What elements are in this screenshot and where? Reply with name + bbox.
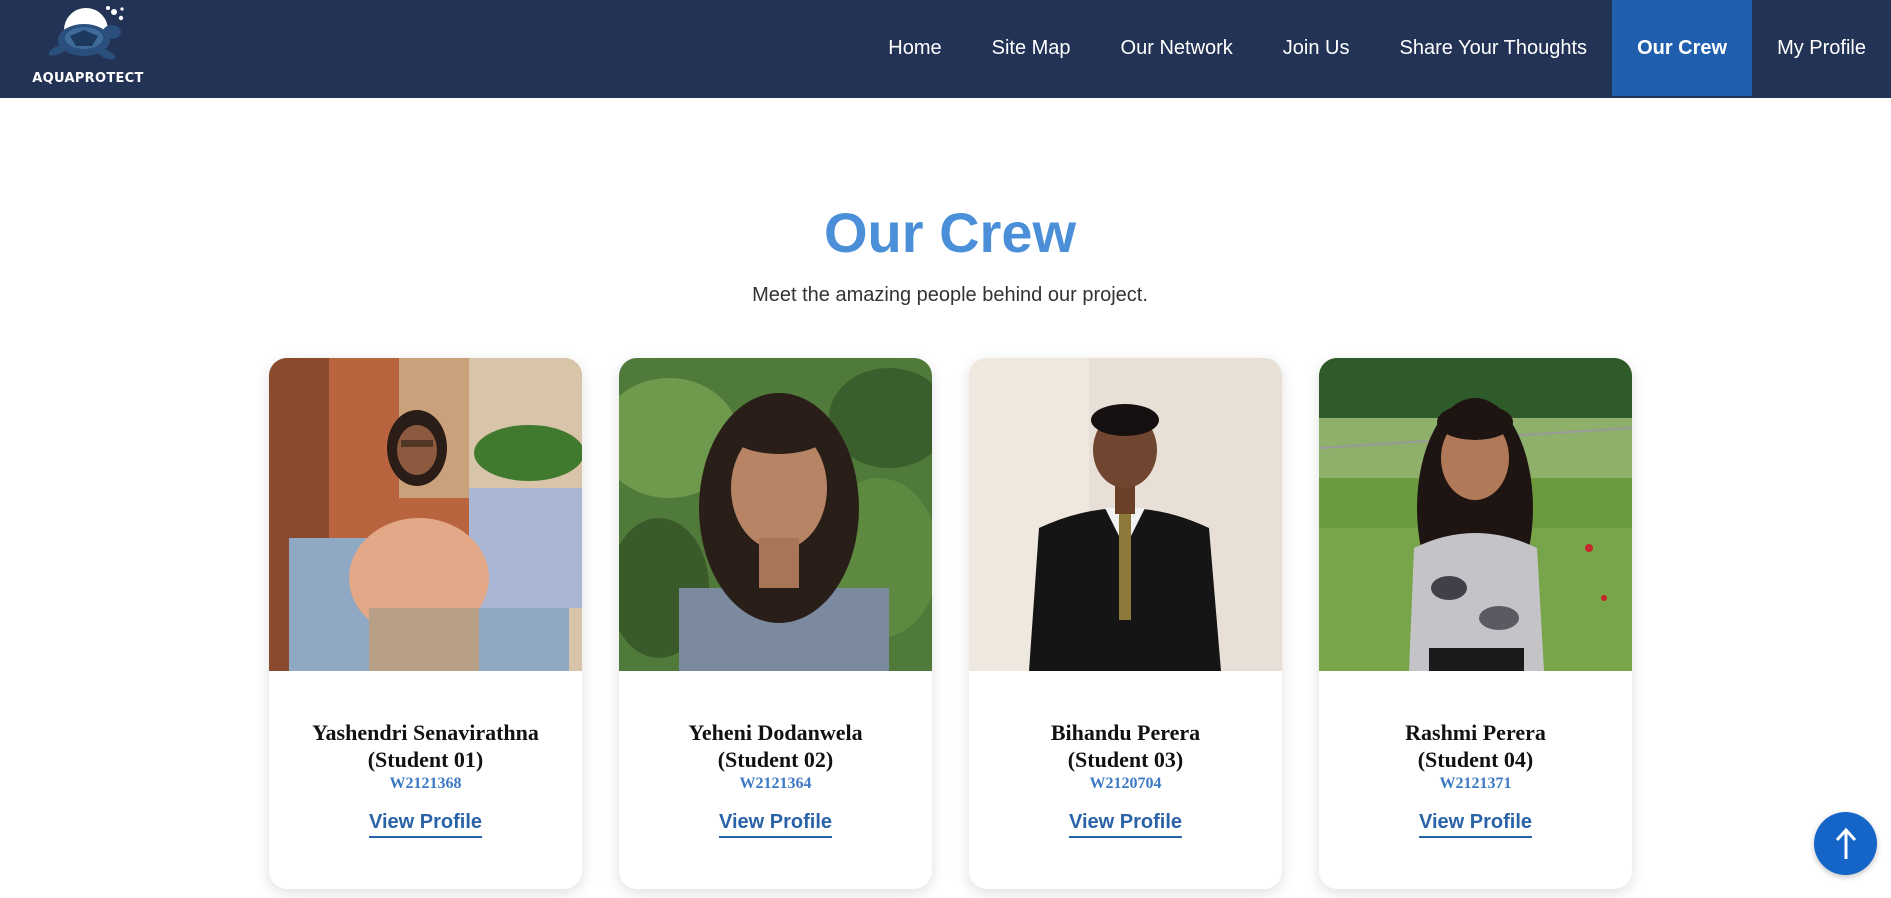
nav-join-us[interactable]: Join Us (1258, 0, 1375, 96)
crew-student-id: W2121368 (389, 775, 462, 792)
page-title: Our Crew (823, 201, 1077, 264)
nav-our-crew[interactable]: Our Crew (1612, 0, 1753, 96)
crew-card: Rashmi Perera (Student 04) W2121371 View… (1319, 358, 1632, 889)
crew-card: Yeheni Dodanwela (Student 02) W2121364 V… (619, 358, 932, 889)
nav-home[interactable]: Home (863, 0, 966, 96)
crew-name: Rashmi Perera (Student 04) (1405, 720, 1546, 772)
crew-student-id: W2120704 (1089, 775, 1162, 792)
view-profile-link[interactable]: View Profile (1068, 811, 1182, 838)
crew-photo (969, 358, 1282, 671)
scroll-to-top-button[interactable] (1814, 812, 1877, 875)
crew-student-id: W2121371 (1439, 775, 1512, 792)
nav-share-your-thoughts[interactable]: Share Your Thoughts (1375, 0, 1613, 96)
crew-card: Bihandu Perera (Student 03) W2120704 Vie… (969, 358, 1282, 889)
crew-student-id: W2121364 (739, 775, 812, 792)
crew-name: Yashendri Senavirathna (Student 01) (312, 720, 539, 772)
crew-card: Yashendri Senavirathna (Student 01) W212… (269, 358, 582, 889)
crew-name: Bihandu Perera (Student 03) (1050, 720, 1201, 772)
brand-name: AQUAPROTECT (32, 71, 144, 86)
brand-logo[interactable]: AQUAPROTECT (30, 4, 146, 92)
crew-grid: Yashendri Senavirathna (Student 01) W212… (269, 358, 1633, 898)
nav-site-map[interactable]: Site Map (967, 0, 1096, 96)
arrow-up-icon (1835, 827, 1856, 859)
main-nav: Home Site Map Our Network Join Us Share … (863, 0, 1891, 96)
view-profile-link[interactable]: View Profile (368, 811, 482, 838)
nav-my-profile[interactable]: My Profile (1752, 0, 1891, 96)
crew-photo (619, 358, 932, 671)
page-subtitle: Meet the amazing people behind our proje… (752, 284, 1148, 306)
crew-photo (269, 358, 582, 671)
turtle-icon (48, 6, 124, 60)
view-profile-link[interactable]: View Profile (718, 811, 832, 838)
site-header: AQUAPROTECT Home Site Map Our Network Jo… (0, 0, 1891, 98)
view-profile-link[interactable]: View Profile (1418, 811, 1532, 838)
nav-our-network[interactable]: Our Network (1096, 0, 1258, 96)
crew-name: Yeheni Dodanwela (Student 02) (688, 720, 863, 772)
crew-photo (1319, 358, 1632, 671)
